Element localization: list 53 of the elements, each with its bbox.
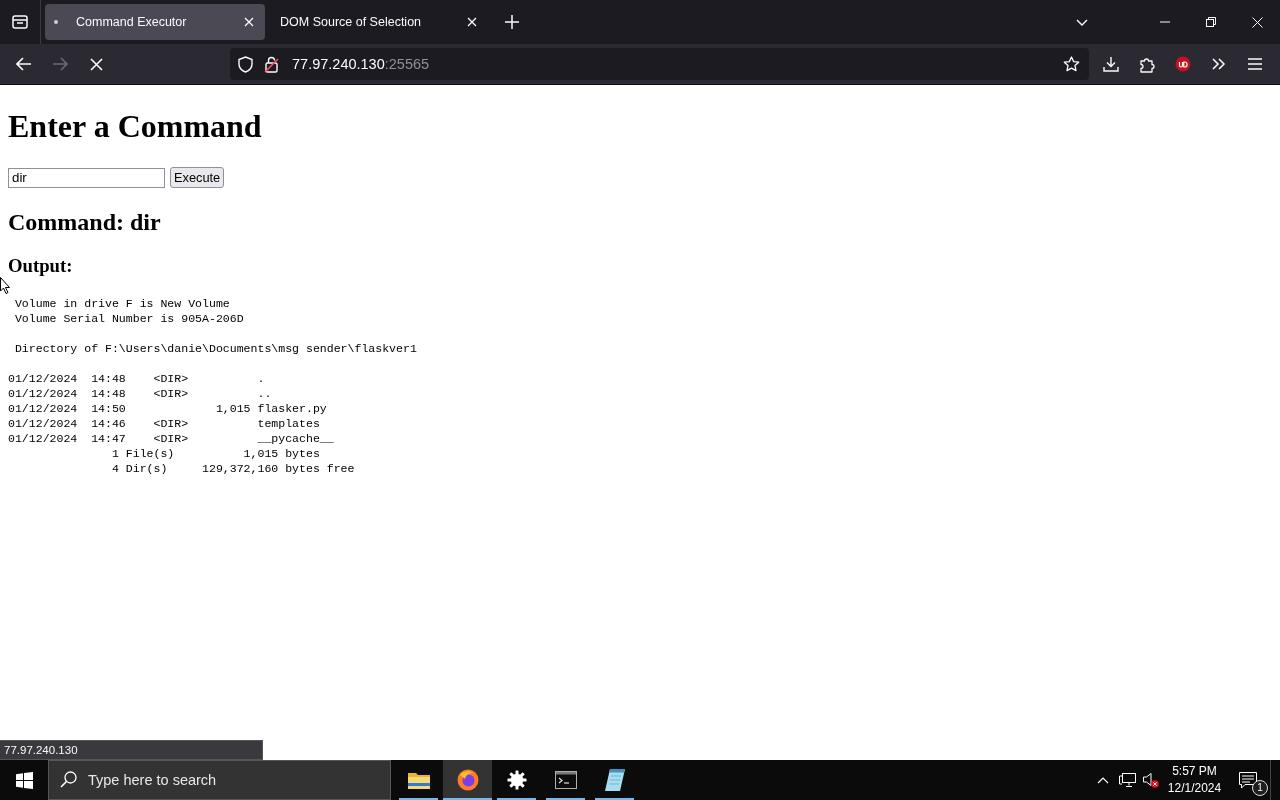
output-line: Volume Serial Number is 905A-206D [13, 310, 244, 326]
clock-time[interactable]: 5:57 PM [1172, 763, 1217, 780]
command-heading: Command: dir [8, 208, 161, 236]
execute-button[interactable]: Execute [170, 167, 225, 188]
chevron-up-icon[interactable] [1097, 776, 1109, 784]
close-icon[interactable] [467, 17, 477, 27]
network-monitor-icon[interactable] [1118, 772, 1136, 788]
shield-icon[interactable] [238, 55, 253, 73]
taskbar-app-button[interactable] [443, 760, 492, 800]
browser-tab[interactable]: Command Executor [45, 4, 265, 40]
output-line: 01/12/2024 14:50 1,015 flasker.py [8, 400, 327, 416]
search-icon [60, 771, 77, 788]
output-line: Volume in drive F is New Volume [13, 295, 230, 311]
chevron-down-icon[interactable] [1076, 18, 1088, 26]
extension-logo-icon[interactable] [1175, 56, 1191, 72]
plus-icon[interactable] [505, 15, 519, 29]
link-status-bar: 77.97.240.130 [0, 740, 263, 760]
browser-tab[interactable]: DOM Source of Selection [266, 4, 488, 40]
taskbar-search-field[interactable]: Type here to search [48, 760, 391, 800]
command-input[interactable]: dir [8, 167, 165, 188]
output-line: 01/12/2024 14:46 <DIR> templates [8, 415, 320, 431]
windows-logo-icon[interactable] [15, 771, 33, 789]
close-icon[interactable] [1251, 16, 1263, 28]
gear-icon [506, 770, 527, 790]
notification-icon[interactable] [1239, 771, 1257, 789]
tab-list-icon[interactable] [12, 15, 28, 29]
clock-date[interactable]: 12/1/2024 [1167, 780, 1222, 797]
terminal-icon [554, 771, 577, 789]
output-line: 1 File(s) 1,015 bytes [110, 445, 320, 461]
double-chevron-icon[interactable] [1212, 58, 1226, 70]
folder-icon [407, 771, 430, 789]
menu-icon[interactable] [1247, 58, 1263, 70]
address-bar[interactable]: 77.97.240.130:25565 [230, 48, 1089, 80]
output-line: 4 Dir(s) 129,372,160 bytes free [110, 460, 355, 476]
back-arrow-icon[interactable] [16, 57, 32, 71]
output-line: 01/12/2024 14:47 <DIR> __pycache__ [8, 430, 334, 446]
output-line: 01/12/2024 14:48 <DIR> . [8, 370, 265, 386]
notepad-icon [604, 769, 625, 791]
output-line: Directory of F:\Users\danie\Documents\msg sender\flaskver1 [13, 340, 417, 356]
download-icon[interactable] [1103, 56, 1119, 72]
crossed-lock-icon[interactable] [264, 55, 279, 73]
star-icon[interactable] [1063, 56, 1080, 72]
output-line: 01/12/2024 14:48 <DIR> .. [8, 385, 272, 401]
close-icon[interactable] [244, 17, 254, 27]
restore-icon[interactable] [1206, 17, 1216, 27]
output-heading: Output: [8, 255, 73, 277]
page-heading: Enter a Command [8, 107, 262, 145]
puzzle-piece-icon[interactable] [1139, 55, 1155, 73]
speaker-error-icon[interactable] [1143, 772, 1159, 788]
notification-count: 1 [1252, 780, 1268, 796]
browser-app-icon [456, 769, 479, 791]
stop-icon[interactable] [89, 57, 103, 71]
url-text[interactable]: 77.97.240.130:25565 [292, 56, 430, 72]
